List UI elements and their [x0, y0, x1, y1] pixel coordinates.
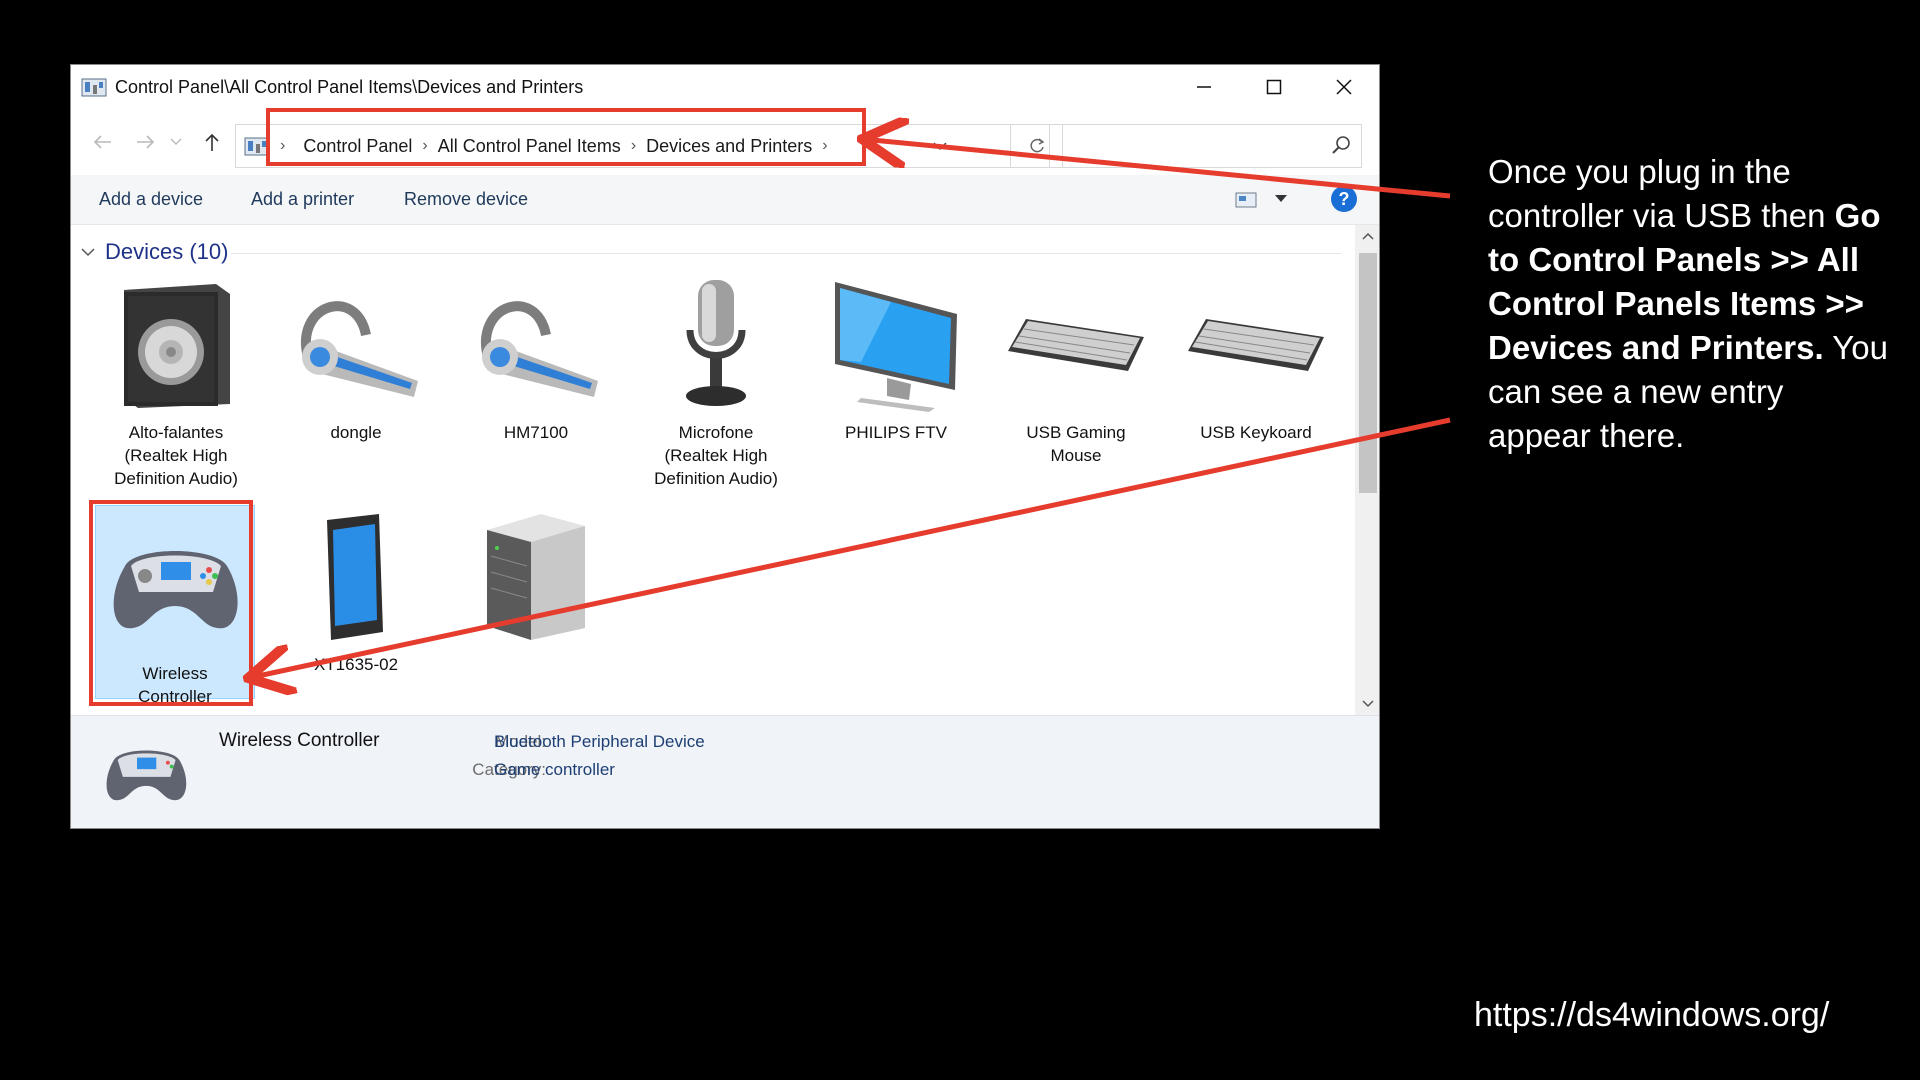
scroll-up-button[interactable]: [1355, 225, 1379, 247]
title-bar: Control Panel\All Control Panel Items\De…: [71, 65, 1379, 109]
maximize-button[interactable]: [1239, 65, 1309, 109]
devices-group-header[interactable]: Devices (10): [79, 239, 228, 265]
back-button[interactable]: [89, 129, 115, 155]
device-computer[interactable]: [456, 507, 616, 653]
window-title: Control Panel\All Control Panel Items\De…: [115, 76, 584, 97]
chevron-down-icon: [1362, 700, 1374, 708]
detail-category-value: Game controller: [494, 760, 615, 779]
help-button[interactable]: ?: [1331, 186, 1357, 212]
device-label: USB Keykoard: [1200, 423, 1312, 442]
speaker-icon: [124, 284, 230, 408]
source-url: https://ds4windows.org/: [1474, 996, 1830, 1034]
forward-arrow-icon: [137, 135, 155, 149]
instruction-caption: Once you plug in the controller via USB …: [1488, 150, 1888, 458]
forward-button[interactable]: [133, 129, 159, 155]
up-arrow-icon: [205, 133, 219, 151]
chevron-up-icon: [1362, 232, 1374, 240]
up-button[interactable]: [199, 129, 225, 155]
chevron-down-icon: [170, 138, 182, 145]
device-usb-gaming-mouse[interactable]: USB Gaming Mouse: [996, 275, 1156, 467]
search-icon: [1332, 136, 1350, 154]
control-panel-icon: [81, 78, 107, 97]
detail-device-name: Wireless Controller: [219, 730, 380, 751]
device-label: XT1635-02: [313, 655, 399, 674]
vertical-scrollbar[interactable]: [1355, 225, 1379, 715]
view-dropdown-icon[interactable]: [1275, 195, 1287, 203]
group-divider: [231, 253, 1341, 254]
caption-text-1: Once you plug in the controller via USB …: [1488, 153, 1835, 234]
devices-content: Devices (10) Alto-falantes (Realtek High…: [71, 225, 1355, 715]
device-label: HM7100: [503, 423, 569, 442]
detail-model-value: Bluetooth Peripheral Device: [494, 732, 705, 751]
device-label: Alto-falantes (Realtek High Definition A…: [114, 423, 238, 488]
device-label: USB Gaming Mouse: [1026, 423, 1126, 465]
search-input[interactable]: [1049, 124, 1362, 168]
device-xt1635-02[interactable]: XT1635-02: [276, 507, 436, 676]
device-speakers[interactable]: Alto-falantes (Realtek High Definition A…: [96, 275, 256, 490]
close-icon: [1336, 79, 1352, 95]
refresh-icon: [1029, 138, 1044, 153]
details-pane: Wireless Controller Model: Bluetooth Per…: [71, 715, 1379, 828]
device-label: Microfone (Realtek High Definition Audio…: [654, 423, 778, 488]
device-hm7100[interactable]: HM7100: [456, 275, 616, 444]
gamepad-icon: [106, 750, 187, 801]
headset-icon: [481, 301, 598, 397]
command-bar: Add a device Add a printer Remove device…: [71, 175, 1379, 225]
keyboard-icon: [1008, 319, 1144, 371]
device-label: PHILIPS FTV: [844, 423, 948, 442]
headset-icon: [301, 301, 418, 397]
computer-tower-icon: [487, 514, 585, 640]
address-dropdown-button[interactable]: [928, 133, 952, 159]
explorer-window: Control Panel\All Control Panel Items\De…: [70, 64, 1380, 829]
scroll-thumb[interactable]: [1359, 253, 1377, 493]
monitor-icon: [835, 282, 957, 412]
add-device-button[interactable]: Add a device: [99, 189, 203, 210]
recent-locations-button[interactable]: [167, 129, 185, 155]
device-usb-keykoard[interactable]: USB Keykoard: [1176, 275, 1336, 444]
device-microphone[interactable]: Microfone (Realtek High Definition Audio…: [636, 275, 796, 490]
change-view-icon[interactable]: [1235, 191, 1257, 209]
device-label: dongle: [330, 423, 382, 442]
chevron-down-icon: [81, 248, 95, 257]
back-arrow-icon: [93, 135, 111, 149]
remove-device-button[interactable]: Remove device: [404, 189, 528, 210]
scroll-down-button[interactable]: [1355, 693, 1379, 715]
minimize-button[interactable]: [1169, 65, 1239, 109]
keyboard-icon: [1188, 319, 1324, 371]
chevron-down-icon: [933, 142, 947, 150]
phone-icon: [327, 514, 383, 640]
controller-highlight-box: [89, 500, 253, 706]
add-printer-button[interactable]: Add a printer: [251, 189, 354, 210]
close-button[interactable]: [1309, 65, 1379, 109]
microphone-icon: [686, 280, 746, 406]
device-dongle[interactable]: dongle: [276, 275, 436, 444]
devices-group-title: Devices (10): [105, 239, 229, 264]
maximize-icon: [1266, 79, 1282, 95]
device-philips-ftv[interactable]: PHILIPS FTV: [816, 275, 976, 444]
breadcrumb-highlight-box: [266, 108, 866, 166]
minimize-icon: [1197, 86, 1211, 88]
